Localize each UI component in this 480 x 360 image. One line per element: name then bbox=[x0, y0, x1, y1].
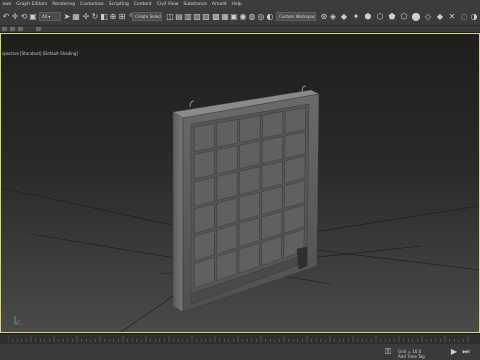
select-region-icon[interactable]: ▦ bbox=[72, 12, 80, 22]
tool-f-icon[interactable]: ◇ bbox=[424, 12, 432, 22]
arnold-icon[interactable]: ✦ bbox=[352, 12, 360, 22]
move-icon[interactable]: ✢ bbox=[82, 12, 90, 22]
globe-icon[interactable]: ◆ bbox=[340, 12, 348, 22]
timeline-ruler[interactable] bbox=[8, 336, 472, 342]
selection-set-dropdown[interactable]: Create Selection Se bbox=[132, 12, 162, 21]
panel-tile bbox=[284, 131, 306, 159]
scale-icon[interactable]: ◧ bbox=[100, 12, 108, 22]
tool-a-icon[interactable]: ⬢ bbox=[364, 12, 372, 22]
workspace-dropdown[interactable]: Custom Workspace bbox=[276, 12, 316, 21]
timeline[interactable] bbox=[0, 333, 480, 344]
tool-b-icon[interactable]: ⬡ bbox=[376, 12, 384, 22]
unlink-icon[interactable]: ▣ bbox=[29, 12, 37, 22]
tool-e-icon[interactable]: ⬤ bbox=[412, 12, 421, 22]
tool-g-icon[interactable]: ◆ bbox=[436, 12, 444, 22]
ribbon-minimize-icon[interactable] bbox=[10, 27, 15, 31]
main-toolbar: ↶ ✛ ⟲ ▣ All ▾ ➤ ▦ ✢ ↻ ◧ ⊕ ⊞ ⁰ Create Sel… bbox=[0, 9, 480, 26]
material-editor-icon[interactable]: ◉ bbox=[239, 12, 247, 22]
render-icon[interactable]: ◐ bbox=[266, 12, 274, 22]
menu-item-content[interactable]: Content bbox=[131, 2, 154, 7]
select-icon[interactable]: ➤ bbox=[63, 12, 71, 22]
tool-h-icon[interactable]: ✕ bbox=[448, 12, 456, 22]
link-icon[interactable]: ⟲ bbox=[20, 12, 28, 22]
selection-filter-dropdown[interactable]: All ▾ bbox=[39, 12, 61, 21]
menu-item-customize[interactable]: Customize bbox=[78, 2, 107, 7]
menu-item-arnold[interactable]: Arnold bbox=[209, 2, 229, 7]
panel-tile bbox=[238, 166, 261, 196]
panel-tile bbox=[216, 145, 238, 175]
viewport-canvas bbox=[1, 85, 479, 332]
ribbon-strip bbox=[0, 26, 480, 33]
pivot-icon[interactable]: ⊞ bbox=[118, 12, 126, 22]
wall-side bbox=[172, 111, 184, 313]
panel-tile bbox=[193, 123, 216, 153]
panel-tile bbox=[261, 136, 284, 164]
menu-item-civil-view[interactable]: Civil View bbox=[154, 2, 181, 7]
reference-coord-icon[interactable]: ⊕ bbox=[109, 12, 117, 22]
panel-tile bbox=[193, 176, 215, 207]
menu-bar: ows Graph Editors Rendering Customize Sc… bbox=[0, 0, 480, 9]
percent-snap-icon[interactable]: ▤ bbox=[175, 12, 183, 22]
panel-tile bbox=[239, 140, 261, 170]
wall-leg bbox=[296, 246, 308, 270]
panel-tile bbox=[216, 119, 238, 148]
menu-item-substance[interactable]: Substance bbox=[181, 2, 210, 7]
curve-editor-icon[interactable]: ▦ bbox=[221, 12, 229, 22]
redo-icon[interactable]: ✛ bbox=[11, 12, 19, 22]
ribbon-options-icon[interactable] bbox=[18, 27, 23, 31]
mirror-icon[interactable]: ▥ bbox=[184, 12, 192, 22]
key-icon[interactable]: ⚿ bbox=[384, 347, 392, 357]
tool-d-icon[interactable]: ⬠ bbox=[400, 12, 408, 22]
align-icon[interactable]: ▧ bbox=[193, 12, 201, 22]
hook-left bbox=[189, 100, 195, 108]
axis-gizmo bbox=[14, 316, 23, 325]
menu-item-help[interactable]: Help bbox=[229, 2, 244, 7]
teapot-icon[interactable]: ⊛ bbox=[320, 12, 328, 22]
menu-item-windows[interactable]: ows bbox=[0, 2, 14, 7]
status-bar: Grid = 10.0 Add Time Tag ⚿ ▶ ⏭ bbox=[0, 344, 480, 360]
layer-icon[interactable]: ▨ bbox=[202, 12, 210, 22]
panel-tile bbox=[239, 115, 261, 143]
play-icon[interactable]: ▶ bbox=[450, 347, 458, 357]
render-frame-icon[interactable]: ◎ bbox=[257, 12, 265, 22]
menu-item-rendering[interactable]: Rendering bbox=[50, 2, 78, 7]
add-time-tag-button[interactable]: Add Time Tag bbox=[398, 354, 425, 359]
angle-snap-icon[interactable]: ◫ bbox=[166, 12, 174, 22]
panel-tile bbox=[261, 111, 284, 139]
panel-tile bbox=[216, 171, 238, 201]
next-frame-icon[interactable]: ⏭ bbox=[462, 347, 470, 357]
panel-tile bbox=[284, 107, 307, 134]
menu-item-scripting[interactable]: Scripting bbox=[106, 2, 131, 7]
ribbon-tab-icon[interactable] bbox=[36, 27, 41, 31]
ribbon-toggle-icon[interactable] bbox=[2, 27, 7, 31]
menu-item-graph-editors[interactable]: Graph Editors bbox=[14, 2, 50, 7]
undo-icon[interactable]: ↶ bbox=[2, 12, 10, 22]
tool-j-icon[interactable]: ◑ bbox=[470, 12, 478, 22]
schematic-icon[interactable]: ▣ bbox=[230, 12, 238, 22]
tool-i-icon[interactable]: ◌ bbox=[460, 12, 468, 22]
render-setup-icon[interactable]: ◍ bbox=[248, 12, 256, 22]
graphite-icon[interactable]: ▩ bbox=[212, 12, 220, 22]
panel-tile bbox=[193, 149, 215, 180]
teapot-render-icon[interactable]: ◈ bbox=[329, 12, 337, 22]
rotate-icon[interactable]: ↻ bbox=[91, 12, 99, 22]
perspective-viewport[interactable]: spective [Standard] [Default Shading] bbox=[0, 33, 480, 333]
tool-c-icon[interactable]: ⬟ bbox=[388, 12, 396, 22]
